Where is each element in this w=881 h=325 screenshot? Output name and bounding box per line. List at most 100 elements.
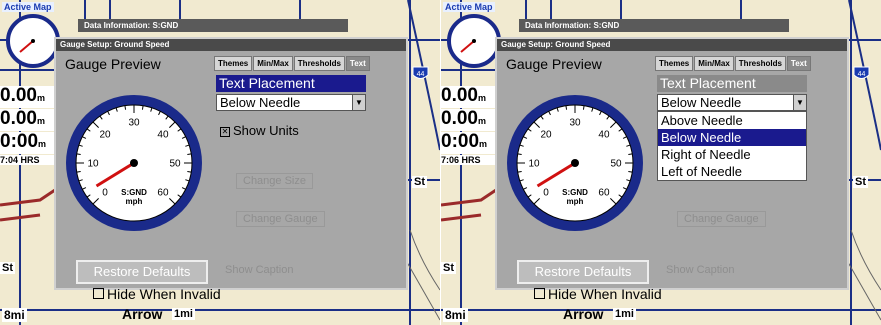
tab-text[interactable]: Text bbox=[786, 56, 811, 71]
restore-defaults-button[interactable]: Restore Defaults bbox=[517, 260, 649, 284]
gauge-tick-label: 30 bbox=[128, 118, 140, 129]
tab-thresholds[interactable]: Thresholds bbox=[734, 56, 786, 71]
street-label: St bbox=[0, 262, 15, 274]
ghost-change-gauge: Change Gauge bbox=[677, 211, 766, 227]
gauge-minor-tick bbox=[628, 170, 633, 173]
hide-when-invalid-row[interactable]: Hide When Invalid bbox=[93, 286, 221, 302]
text-placement-header: Text Placement bbox=[216, 75, 366, 92]
gauge-tick-label: 0 bbox=[543, 187, 549, 198]
select-value: Below Needle bbox=[661, 95, 742, 110]
readout-column: 0.00m 0.00m 0:00m 7:04 HRS bbox=[0, 86, 60, 165]
readout-2: 0.00m bbox=[441, 109, 501, 131]
active-map-label: Active Map bbox=[443, 2, 495, 12]
map-scale-label-2: 1mi bbox=[172, 308, 195, 320]
option-left-of-needle[interactable]: Left of Needle bbox=[658, 163, 806, 180]
ghost-change-gauge: Change Gauge bbox=[236, 211, 325, 227]
hrs-readout: 7:04 HRS bbox=[0, 155, 60, 165]
gauge-minor-tick bbox=[517, 153, 522, 156]
highway-shield-icon: 44 bbox=[853, 66, 870, 79]
select-value: Below Needle bbox=[220, 95, 301, 110]
gauge-tick-label: 50 bbox=[169, 159, 181, 170]
arrow-label: Arrow bbox=[563, 306, 604, 322]
screenshot-panel-left: Active Map Data Information: S:GND 0.00m… bbox=[0, 0, 440, 325]
street-label: St bbox=[412, 176, 427, 188]
screenshot-panel-right: Active Map Data Information: S:GND 0.00m… bbox=[441, 0, 881, 325]
tab-minmax[interactable]: Min/Max bbox=[253, 56, 293, 71]
checkbox-icon[interactable] bbox=[93, 288, 104, 299]
gauge-tick-label: 50 bbox=[610, 159, 622, 170]
readout-column: 0.00m 0.00m 0:00m 7:06 HRS bbox=[441, 86, 501, 165]
map-scale-label: 8mi bbox=[443, 308, 468, 322]
gauge-minor-tick bbox=[187, 153, 192, 156]
street-label: St bbox=[853, 176, 868, 188]
option-right-of-needle[interactable]: Right of Needle bbox=[658, 146, 806, 163]
checkbox-icon[interactable] bbox=[534, 288, 545, 299]
gauge-source-label: S:GND bbox=[121, 188, 147, 197]
active-map-label: Active Map bbox=[2, 2, 54, 12]
mini-gauge bbox=[6, 14, 60, 68]
street-label: St bbox=[441, 262, 456, 274]
map-scale-label-2: 1mi bbox=[613, 308, 636, 320]
svg-text:44: 44 bbox=[417, 71, 425, 78]
readout-1: 0.00m bbox=[441, 86, 501, 108]
arrow-label: Arrow bbox=[122, 306, 163, 322]
tab-themes[interactable]: Themes bbox=[655, 56, 694, 71]
gauge-minor-tick bbox=[628, 153, 633, 156]
map-scale-label: 8mi bbox=[2, 308, 27, 322]
gauge-tick-label: 0 bbox=[102, 187, 108, 198]
gauge-tick-label: 60 bbox=[157, 187, 169, 198]
tab-bar: Themes Min/Max Thresholds Text bbox=[655, 56, 812, 71]
gauge-preview: 0 10 20 30 40 50 60 S:GND mph bbox=[66, 95, 202, 231]
gauge-minor-tick bbox=[582, 105, 585, 110]
readout-2: 0.00m bbox=[0, 109, 60, 131]
text-placement-select[interactable]: Below Needle ▼ bbox=[657, 94, 807, 111]
svg-text:44: 44 bbox=[858, 71, 866, 78]
gauge-tick-label: 10 bbox=[87, 159, 99, 170]
readout-1: 0.00m bbox=[0, 86, 60, 108]
readout-3: 0:00m bbox=[441, 132, 501, 154]
show-units-row[interactable]: ✕ Show Units bbox=[220, 123, 299, 138]
checkbox-checked-icon[interactable]: ✕ bbox=[220, 127, 230, 137]
data-info-titlebar: Data Information: S:GND bbox=[78, 19, 348, 32]
dialog-title: Gauge Setup: Ground Speed bbox=[56, 39, 406, 51]
dialog-title: Gauge Setup: Ground Speed bbox=[497, 39, 847, 51]
gauge-preview-label: Gauge Preview bbox=[65, 56, 161, 72]
gauge-minor-tick bbox=[141, 105, 144, 110]
gauge-minor-tick bbox=[124, 105, 127, 110]
chevron-down-icon[interactable]: ▼ bbox=[793, 95, 806, 110]
highway-shield-icon: 44 bbox=[412, 66, 429, 79]
gauge-tick-label: 40 bbox=[598, 130, 610, 141]
ghost-change-size: Change Size bbox=[236, 173, 313, 189]
tab-text[interactable]: Text bbox=[345, 56, 370, 71]
hide-when-invalid-row[interactable]: Hide When Invalid bbox=[534, 286, 662, 302]
readout-3: 0:00m bbox=[0, 132, 60, 154]
gauge-source-label: S:GND bbox=[562, 188, 588, 197]
tab-themes[interactable]: Themes bbox=[214, 56, 253, 71]
ghost-show-caption: Show Caption bbox=[666, 264, 735, 276]
option-below-needle[interactable]: Below Needle bbox=[658, 129, 806, 146]
gauge-unit-label: mph bbox=[567, 197, 584, 206]
gauge-setup-dialog: Gauge Setup: Ground Speed Gauge Preview … bbox=[495, 37, 849, 290]
gauge-preview: 0 10 20 30 40 50 60 S:GND mph bbox=[507, 95, 643, 231]
gauge-minor-tick bbox=[187, 170, 192, 173]
gauge-tick-label: 10 bbox=[528, 159, 540, 170]
option-above-needle[interactable]: Above Needle bbox=[658, 112, 806, 129]
data-info-titlebar: Data Information: S:GND bbox=[519, 19, 789, 32]
gauge-unit-label: mph bbox=[126, 197, 143, 206]
gauge-minor-tick bbox=[517, 170, 522, 173]
tab-minmax[interactable]: Min/Max bbox=[694, 56, 734, 71]
gauge-tick-label: 30 bbox=[569, 118, 581, 129]
gauge-minor-tick bbox=[565, 105, 568, 110]
tab-bar: Themes Min/Max Thresholds Text bbox=[214, 56, 371, 71]
gauge-tick-label: 20 bbox=[540, 130, 552, 141]
chevron-down-icon[interactable]: ▼ bbox=[352, 95, 365, 110]
mini-gauge bbox=[447, 14, 501, 68]
text-placement-select[interactable]: Below Needle ▼ bbox=[216, 94, 366, 111]
tab-thresholds[interactable]: Thresholds bbox=[293, 56, 345, 71]
placement-options-list: Above Needle Below Needle Right of Needl… bbox=[657, 111, 807, 181]
restore-defaults-button[interactable]: Restore Defaults bbox=[76, 260, 208, 284]
gauge-minor-tick bbox=[76, 170, 81, 173]
text-placement-header: Text Placement bbox=[657, 75, 807, 92]
gauge-tick-label: 40 bbox=[157, 130, 169, 141]
gauge-tick-label: 20 bbox=[99, 130, 111, 141]
